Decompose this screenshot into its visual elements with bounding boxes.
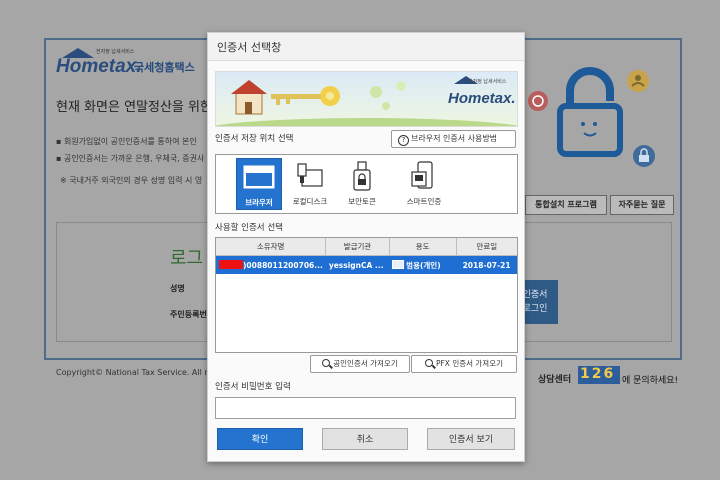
smart-auth-icon (411, 161, 433, 189)
rrn-label: 주민등록번 (170, 310, 207, 319)
info-bullet: ▪ 회원가입없이 공인인증서를 통하여 본인 (56, 137, 197, 146)
logo-tagline: 전자정 납세서비스 (96, 49, 135, 55)
help-number: 126 (580, 366, 616, 382)
info-bullet: ▪ 공인인증서는 가까운 은행, 우체국, 증권사 (56, 154, 205, 163)
help-number-badge: 126 (578, 366, 620, 384)
table-row[interactable]: )0088011200706... yessignCA ... 범용(개인) 2… (216, 255, 517, 274)
browser-cert-help-label: 브라우저 인증서 사용방법 (411, 134, 498, 143)
question-icon: ? (398, 135, 409, 146)
logo-korean: 국세청홈택스 (134, 61, 195, 74)
copyright-text: Copyright© National Tax Service. All ri (56, 368, 210, 377)
hometax-banner: 전자정 납세서비스 Hometax. (215, 71, 518, 127)
browser-cert-help-button[interactable]: ? 브라우저 인증서 사용방법 (391, 130, 516, 148)
storage-option-label: 브라우저 (245, 198, 273, 207)
info-notice: ※ 국내거주 외국인의 경우 성명 입력 시 영 (60, 176, 203, 185)
storage-option-security-token[interactable]: 보안토큰 (340, 158, 384, 208)
view-certificate-button[interactable]: 인증서 보기 (427, 428, 515, 450)
help-center-label: 상담센터 (538, 375, 572, 385)
search-icon (424, 359, 433, 367)
banner-tagline: 전자정 납세서비스 (468, 79, 507, 85)
storage-option-label: 스마트인증 (406, 197, 442, 206)
storage-option-local-disk[interactable]: 로컬디스크 (288, 158, 332, 208)
password-input[interactable] (215, 397, 516, 419)
storage-option-label: 보안토큰 (348, 197, 376, 206)
ok-button[interactable]: 확인 (217, 428, 303, 450)
column-header-owner[interactable]: 소유자명 (216, 238, 327, 256)
cell-expiry: 2018-07-21 (456, 255, 517, 274)
import-public-cert-label: 공인인증서 가져오기 (333, 359, 398, 368)
column-header-issuer[interactable]: 발급기관 (325, 238, 390, 256)
banner-logo: Hometax. (448, 90, 516, 107)
local-disk-icon (297, 163, 323, 187)
browser-window-icon (243, 165, 275, 189)
logo-word: Hometax. (56, 56, 142, 77)
password-label: 인증서 비밀번호 입력 (215, 382, 291, 392)
security-token-icon (353, 161, 371, 191)
dialog-title: 인증서 선택창 (217, 41, 282, 54)
storage-option-browser[interactable]: 브라우저 (236, 158, 282, 210)
open-lock-illustration (528, 67, 655, 167)
name-label: 성명 (170, 284, 185, 293)
faq-button[interactable]: 자주묻는 질문 (610, 195, 674, 215)
page-headline: 현재 화면은 연말정산을 위한 로 (56, 100, 229, 115)
storage-options: 브라우저 로컬디스크 보안토큰 스마트인증 (215, 154, 518, 214)
redaction-mark (219, 260, 243, 269)
certificate-icon (392, 259, 405, 269)
storage-option-label: 로컬디스크 (292, 197, 328, 206)
import-pfx-cert-label: PFX 인증서 가져오기 (435, 359, 504, 368)
certificate-table: 소유자명 발급기관 용도 만료일 )0088011200706... yessi… (215, 237, 518, 353)
storage-option-smart-auth[interactable]: 스마트인증 (402, 158, 446, 208)
hometax-logo[interactable]: 전자정 납세서비스 Hometax. 국세청홈택스 (56, 48, 226, 77)
help-suffix: 에 문의하세요! (622, 376, 679, 386)
cell-owner: )0088011200706... (216, 255, 326, 274)
cell-usage: 범용(개인) (389, 255, 457, 274)
search-icon (322, 359, 331, 367)
column-header-usage[interactable]: 용도 (389, 238, 457, 256)
table-header-row: 소유자명 발급기관 용도 만료일 (216, 238, 517, 256)
login-title: 로그 (170, 248, 204, 269)
usage-text: 범용(개인) (406, 260, 441, 270)
storage-location-label: 인증서 저장 위치 선택 (215, 134, 294, 144)
install-program-button[interactable]: 통합설치 프로그램 (525, 195, 607, 215)
cancel-button[interactable]: 취소 (322, 428, 408, 450)
column-header-expiry[interactable]: 만료일 (456, 238, 517, 256)
import-public-cert-button[interactable]: 공인인증서 가져오기 (310, 355, 410, 373)
dialog-titlebar[interactable]: 인증서 선택창 (208, 33, 524, 61)
certificate-select-dialog: 인증서 선택창 전자정 납세서비스 Hometax. 인증서 저장 위치 선택 … (207, 32, 525, 462)
owner-text: )0088011200706... (243, 261, 323, 270)
cell-issuer: yessignCA ... (325, 255, 390, 274)
import-pfx-cert-button[interactable]: PFX 인증서 가져오기 (411, 355, 517, 373)
cert-list-label: 사용할 인증서 선택 (215, 223, 283, 233)
